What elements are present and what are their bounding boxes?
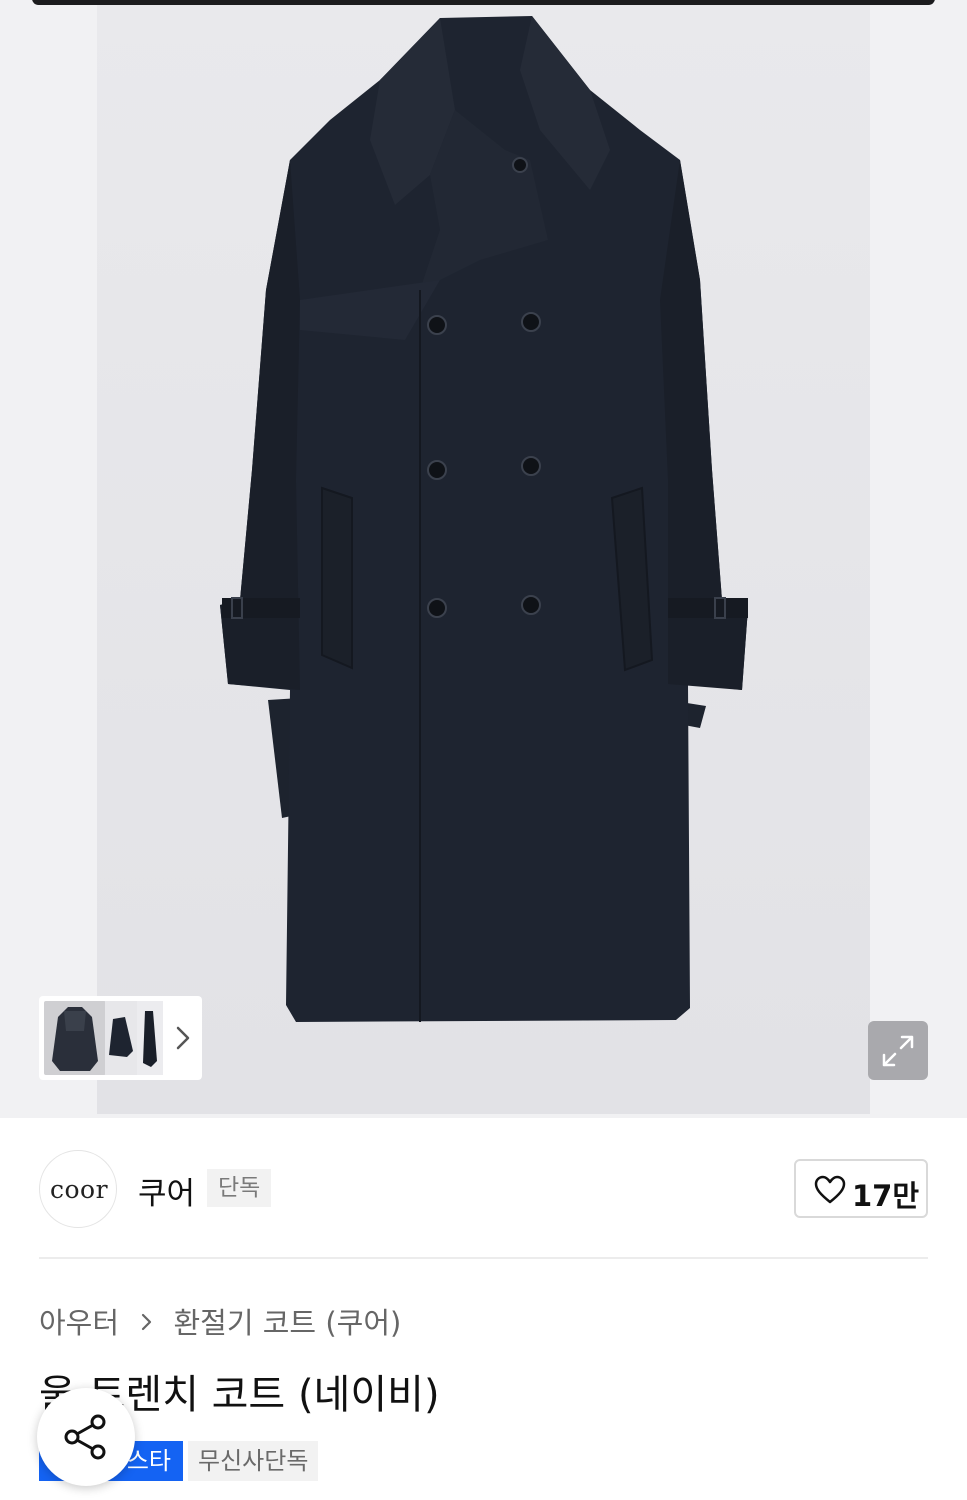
thumbnail-coat-icon [109,1017,133,1057]
trench-coat-image [220,16,748,1022]
breadcrumb: 아우터 환절기 코트 (쿠어) [39,1300,401,1340]
brand-name[interactable]: 쿠어 [138,1168,195,1213]
chevron-right-icon [142,1313,152,1331]
like-button[interactable]: 17만 [794,1159,928,1218]
badge-musinsa-exclusive: 무신사단독 [188,1441,319,1481]
brand-logo[interactable]: coor [39,1150,117,1228]
thumbnail-3[interactable] [137,1001,163,1075]
thumbnail-strip[interactable] [39,996,202,1080]
product-image-gallery[interactable] [0,0,967,1118]
chevron-right-icon[interactable] [171,1022,195,1054]
thumbnail-2[interactable] [105,1001,139,1075]
share-icon [64,1414,106,1460]
heart-icon [814,1175,846,1204]
brand-exclusive-tag: 단독 [207,1169,272,1207]
breadcrumb-item-category[interactable]: 아우터 [39,1306,119,1340]
thumbnail-coat-icon [52,1007,98,1071]
expand-image-button[interactable] [868,1021,928,1080]
thumbnail-coat-icon [143,1011,157,1067]
breadcrumb-item-subcategory[interactable]: 환절기 코트 (쿠어) [173,1306,401,1340]
section-divider [39,1257,928,1259]
expand-icon [882,1035,914,1067]
brand-row: coor 쿠어 단독 17만 [0,1148,967,1230]
brand-logo-text: coor [49,1175,109,1204]
share-button[interactable] [37,1388,135,1486]
like-count: 17만 [852,1179,920,1213]
thumbnail-1[interactable] [44,1001,106,1075]
